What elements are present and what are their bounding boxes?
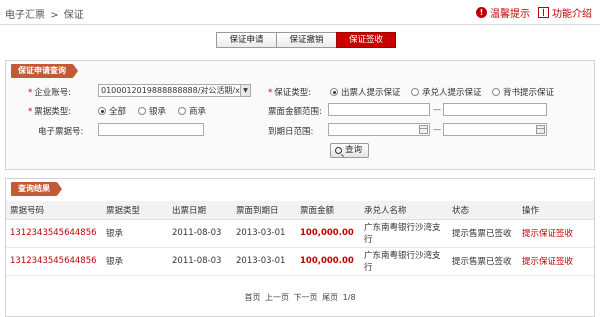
issue-date-cell: 2011-08-03	[168, 247, 232, 276]
results-panel: 查询结果 票据号码 票据类型 出票日期 票面到期日 票面金额 承兑人名称 状态 …	[5, 178, 595, 317]
col-bill-type: 票据类型	[102, 201, 168, 220]
table-header: 票据号码 票据类型 出票日期 票面到期日 票面金额 承兑人名称 状态 操作	[6, 201, 594, 220]
radio-icon	[138, 107, 146, 115]
due-date-cell: 2013-03-01	[232, 219, 296, 248]
radio-icon	[178, 107, 186, 115]
amount-min-input[interactable]	[328, 103, 430, 116]
status-cell: 提示售票已签收	[448, 219, 518, 248]
breadcrumb-current: 保证	[63, 10, 84, 21]
top-bar: 电子汇票 > 保证 ! 温馨提示 功能介绍	[0, 0, 600, 25]
amount-max-input[interactable]	[443, 103, 547, 116]
amount-cell: 100,000.00	[296, 247, 360, 276]
bill-no-label: 电子票据号:	[38, 127, 84, 137]
results-panel-title: 查询结果	[11, 182, 62, 196]
radio-drawer-guarantee[interactable]: 出票人提示保证	[330, 86, 401, 98]
calendar-icon[interactable]	[536, 125, 545, 134]
due-range-label: 到期日范围:	[268, 127, 314, 137]
tab-bar: 保证申请 保证撤销 保证签收	[216, 32, 396, 48]
due-range-separator: —	[433, 125, 441, 134]
sign-guarantee-link[interactable]: 提示保证签收	[518, 219, 594, 248]
bill-no-cell[interactable]: 1312343545644856	[6, 219, 102, 248]
account-label: * 企业账号:	[28, 88, 72, 98]
tab-guarantee-sign[interactable]: 保证签收	[336, 32, 396, 48]
account-value: 0100012019888888888/对公活期/xxx公	[101, 86, 251, 95]
table-row: 1312343545644856 银承 2011-08-03 2013-03-0…	[6, 247, 594, 276]
amount-range-separator: —	[433, 105, 441, 114]
tips-label: 温馨提示	[490, 9, 530, 20]
radio-endorse-guarantee[interactable]: 背书提示保证	[492, 86, 554, 98]
book-icon	[538, 7, 549, 18]
radio-acceptor-guarantee[interactable]: 承兑人提示保证	[411, 86, 482, 98]
table-row: 1312343545644856 银承 2011-08-03 2013-03-0…	[6, 219, 594, 248]
col-action: 操作	[518, 201, 594, 220]
issue-date-cell: 2011-08-03	[168, 219, 232, 248]
status-cell: 提示售票已签收	[448, 247, 518, 276]
top-links: ! 温馨提示 功能介绍	[476, 5, 592, 20]
bill-type-label: * 票据类型:	[28, 107, 72, 117]
due-date-cell: 2013-03-01	[232, 247, 296, 276]
radio-bill-commercial[interactable]: 商承	[178, 105, 206, 117]
query-panel-title: 保证申请查询	[11, 64, 78, 78]
search-button[interactable]: 查询	[330, 143, 370, 158]
sign-guarantee-link[interactable]: 提示保证签收	[518, 247, 594, 276]
due-end-input[interactable]	[443, 123, 547, 136]
pager-next[interactable]: 下一页	[294, 293, 318, 302]
pager-prev[interactable]: 上一页	[265, 293, 289, 302]
calendar-icon[interactable]	[419, 125, 428, 134]
radio-icon	[492, 88, 500, 96]
tips-link[interactable]: ! 温馨提示	[476, 5, 530, 20]
guarantee-type-label: * 保证类型:	[268, 88, 312, 98]
help-link[interactable]: 功能介绍	[538, 5, 592, 20]
breadcrumb-separator: >	[50, 10, 59, 21]
breadcrumb-root[interactable]: 电子汇票	[5, 10, 45, 21]
bill-type-cell: 银承	[102, 247, 168, 276]
info-icon: !	[476, 7, 487, 18]
col-acceptor: 承兑人名称	[360, 201, 448, 220]
acceptor-cell: 广东南粤银行沙湾支行	[360, 219, 448, 248]
bill-no-input[interactable]	[98, 123, 204, 136]
col-bill-no: 票据号码	[6, 201, 102, 220]
radio-icon	[330, 88, 338, 96]
pager-first[interactable]: 首页	[244, 293, 260, 302]
tab-guarantee-cancel[interactable]: 保证撤销	[276, 32, 336, 48]
pagination: 首页 上一页 下一页 尾页 1/8	[6, 292, 594, 303]
account-select[interactable]: 0100012019888888888/对公活期/xxx公 ▼	[98, 84, 251, 97]
amount-range-label: 票面金额范围:	[268, 107, 322, 117]
radio-icon	[411, 88, 419, 96]
breadcrumb: 电子汇票 > 保证	[5, 6, 86, 21]
radio-bill-all[interactable]: 全部	[98, 105, 126, 117]
acceptor-cell: 广东南粤银行沙湾支行	[360, 247, 448, 276]
chevron-down-icon: ▼	[240, 85, 250, 96]
search-button-label: 查询	[345, 145, 363, 155]
col-status: 状态	[448, 201, 518, 220]
radio-bill-bank[interactable]: 银承	[138, 105, 166, 117]
bill-type-cell: 银承	[102, 219, 168, 248]
col-amount: 票面金额	[296, 201, 360, 220]
pager-page: 1/8	[342, 293, 356, 302]
help-label: 功能介绍	[552, 9, 592, 20]
col-issue-date: 出票日期	[168, 201, 232, 220]
search-icon	[335, 147, 342, 154]
bill-no-cell[interactable]: 1312343545644856	[6, 247, 102, 276]
col-due-date: 票面到期日	[232, 201, 296, 220]
results-table: 票据号码 票据类型 出票日期 票面到期日 票面金额 承兑人名称 状态 操作 13…	[6, 201, 594, 276]
query-panel: 保证申请查询 * 企业账号: 0100012019888888888/对公活期/x…	[5, 60, 595, 170]
amount-cell: 100,000.00	[296, 219, 360, 248]
tab-guarantee-apply[interactable]: 保证申请	[216, 32, 276, 48]
pager-last[interactable]: 尾页	[322, 293, 338, 302]
due-start-input[interactable]	[328, 123, 430, 136]
radio-icon	[98, 107, 106, 115]
